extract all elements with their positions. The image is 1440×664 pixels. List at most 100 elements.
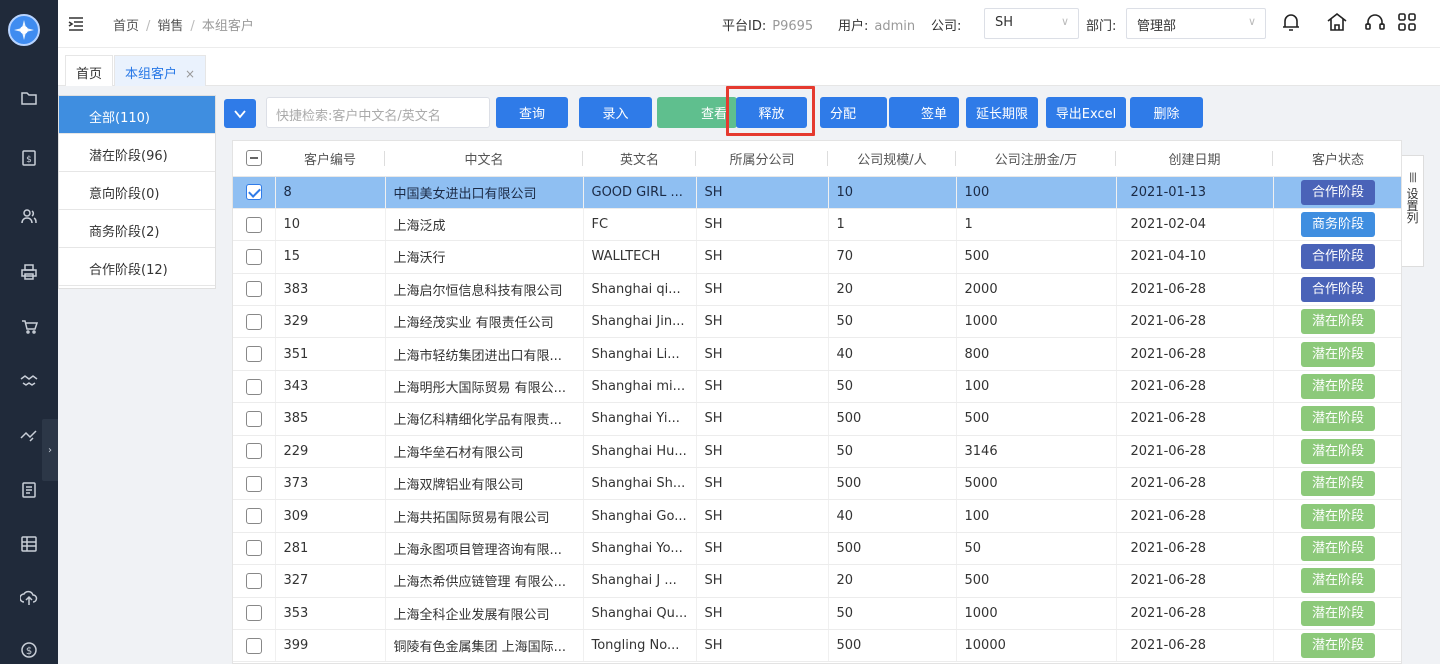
company-select[interactable]: SH ∨ <box>984 8 1079 39</box>
row-checkbox[interactable] <box>245 313 262 330</box>
stage-business[interactable]: 商务阶段(2) <box>59 210 215 248</box>
cart-icon[interactable] <box>17 314 41 338</box>
tab-close-icon[interactable]: × <box>185 67 195 81</box>
row-checkbox[interactable] <box>245 540 262 557</box>
row-checkbox-cell[interactable] <box>233 176 276 209</box>
stage-intention[interactable]: 意向阶段(0) <box>59 172 215 210</box>
row-checkbox[interactable] <box>245 346 262 363</box>
toggle-panel-button[interactable] <box>224 99 256 128</box>
row-checkbox-cell[interactable] <box>233 273 276 307</box>
row-checkbox-cell[interactable] <box>233 208 276 242</box>
export-excel-button[interactable]: 导出Excel <box>1046 97 1126 128</box>
row-checkbox[interactable] <box>245 475 262 492</box>
table-row[interactable]: 229 上海华垒石材有限公司 Shanghai Hu... SH 50 3146 2021-… <box>233 435 1401 469</box>
row-checkbox[interactable] <box>245 378 262 395</box>
table-row[interactable]: 353 上海全科企业发展有限公司 Shanghai Qu... SH 50 1000 202… <box>233 597 1401 630</box>
row-checkbox[interactable] <box>245 410 262 427</box>
sign-button[interactable]: 签单 <box>889 97 959 128</box>
row-checkbox-cell[interactable] <box>233 629 276 663</box>
query-button[interactable]: 查询 <box>496 97 568 128</box>
extend-button[interactable]: 延长期限 <box>966 97 1038 128</box>
row-checkbox[interactable] <box>245 248 262 265</box>
row-checkbox-cell[interactable] <box>233 435 276 469</box>
row-checkbox-cell[interactable] <box>233 370 276 404</box>
table-row[interactable]: 15 上海沃行 WALLTECH SH 70 500 2021-04-10 合作阶段 <box>233 240 1401 274</box>
handshake-icon[interactable] <box>17 368 41 392</box>
status-badge[interactable]: 潜在阶段 <box>1301 535 1375 561</box>
assign-button[interactable]: 分配 <box>820 97 887 128</box>
row-checkbox[interactable] <box>245 281 262 298</box>
upload-icon[interactable] <box>17 586 41 610</box>
dept-select[interactable]: 管理部 ∨ <box>1126 8 1266 39</box>
add-button[interactable]: 录入 <box>579 97 652 128</box>
document-dollar-icon[interactable]: $ <box>17 146 41 170</box>
status-badge[interactable]: 潜在阶段 <box>1301 503 1375 529</box>
folder-icon[interactable] <box>17 86 41 110</box>
table-row[interactable]: 8 中国美女进出口有限公司 GOOD GIRL ... SH 10 100 2021-01-… <box>233 176 1401 209</box>
grid-icon[interactable] <box>17 532 41 556</box>
row-checkbox[interactable] <box>245 605 262 622</box>
row-checkbox[interactable] <box>245 572 262 589</box>
row-checkbox[interactable] <box>245 184 262 201</box>
status-badge[interactable]: 潜在阶段 <box>1301 471 1375 497</box>
delete-button[interactable]: 删除 <box>1130 97 1203 128</box>
search-input[interactable]: 快捷检索:客户中文名/英文名 <box>266 97 490 128</box>
table-row[interactable]: 373 上海双牌铝业有限公司 Shanghai Sh... SH 500 5000 2021… <box>233 467 1401 501</box>
row-checkbox-cell[interactable] <box>233 402 276 436</box>
view-button[interactable]: 查看 <box>657 97 737 128</box>
row-checkbox-cell[interactable] <box>233 532 276 566</box>
handshake-alt-icon[interactable] <box>17 424 41 448</box>
status-badge[interactable]: 潜在阶段 <box>1301 309 1375 335</box>
row-checkbox-cell[interactable] <box>233 499 276 533</box>
table-row[interactable]: 329 上海经茂实业 有限责任公司 Shanghai Jin... SH 50 1000 2… <box>233 305 1401 339</box>
table-row[interactable]: 351 上海市轻纺集团进出口有限... Shanghai Li... SH 40 800 2… <box>233 337 1401 371</box>
row-checkbox-cell[interactable] <box>233 240 276 274</box>
menu-fold-icon[interactable] <box>67 15 85 33</box>
tab-team-customers[interactable]: 本组客户 × <box>114 55 207 86</box>
money-icon[interactable]: $ <box>17 638 41 662</box>
status-badge[interactable]: 合作阶段 <box>1301 244 1375 270</box>
sidebar-collapse-handle[interactable]: › <box>42 419 58 481</box>
breadcrumb-sales[interactable]: 销售 <box>157 19 183 34</box>
table-row[interactable]: 343 上海明彤大国际贸易 有限公... Shanghai mi... SH 50 100… <box>233 370 1401 404</box>
status-badge[interactable]: 潜在阶段 <box>1301 341 1375 367</box>
status-badge[interactable]: 潜在阶段 <box>1301 633 1375 659</box>
bell-icon[interactable] <box>1279 10 1305 36</box>
status-badge[interactable]: 潜在阶段 <box>1301 406 1375 432</box>
row-checkbox-cell[interactable] <box>233 337 276 371</box>
status-badge[interactable]: 潜在阶段 <box>1301 374 1375 400</box>
row-checkbox[interactable] <box>245 216 262 233</box>
status-badge[interactable]: 潜在阶段 <box>1301 600 1375 626</box>
row-checkbox[interactable] <box>245 508 262 525</box>
row-checkbox-cell[interactable] <box>233 564 276 598</box>
row-checkbox[interactable] <box>245 637 262 654</box>
select-all-cell[interactable] <box>233 141 275 177</box>
status-badge[interactable]: 商务阶段 <box>1301 212 1375 238</box>
table-row[interactable]: 383 上海启尔恒信息科技有限公司 Shanghai qi... SH 20 2000 20… <box>233 273 1401 307</box>
table-row[interactable]: 309 上海共拓国际贸易有限公司 Shanghai Go... SH 40 100 2021… <box>233 499 1401 533</box>
status-badge[interactable]: 合作阶段 <box>1301 276 1375 302</box>
printer-icon[interactable] <box>17 260 41 284</box>
table-row[interactable]: 10 上海泛成 FC SH 1 1 2021-02-04 商务阶段 <box>233 208 1401 242</box>
breadcrumb-home[interactable]: 首页 <box>113 19 139 34</box>
users-icon[interactable] <box>17 204 41 228</box>
invoice-icon[interactable] <box>17 478 41 502</box>
stage-cooperation[interactable]: 合作阶段(12) <box>59 248 215 286</box>
home-icon[interactable] <box>1325 10 1351 36</box>
table-row[interactable]: 281 上海永图项目管理咨询有限... Shanghai Yo... SH 500 50 2… <box>233 532 1401 566</box>
select-all-checkbox[interactable] <box>246 150 262 167</box>
table-row[interactable]: 385 上海亿科精细化学品有限责... Shanghai Yi... SH 500 500… <box>233 402 1401 436</box>
row-checkbox[interactable] <box>245 443 262 460</box>
tab-home[interactable]: 首页 <box>65 55 114 86</box>
column-settings-button[interactable]: ||| 设置列 <box>1402 155 1424 267</box>
table-row[interactable]: 327 上海杰希供应链管理 有限公... Shanghai J ... SH 20 500… <box>233 564 1401 598</box>
logo-icon[interactable] <box>8 14 40 46</box>
apps-icon[interactable] <box>1395 10 1421 36</box>
stage-potential[interactable]: 潜在阶段(96) <box>59 134 215 172</box>
status-badge[interactable]: 潜在阶段 <box>1301 438 1375 464</box>
row-checkbox-cell[interactable] <box>233 467 276 501</box>
headset-icon[interactable] <box>1363 10 1389 36</box>
stage-all[interactable]: 全部(110) <box>59 96 215 134</box>
status-badge[interactable]: 合作阶段 <box>1301 179 1375 205</box>
table-row[interactable]: 399 铜陵有色金属集团 上海国际... Tongling No... SH 500 10… <box>233 629 1401 663</box>
